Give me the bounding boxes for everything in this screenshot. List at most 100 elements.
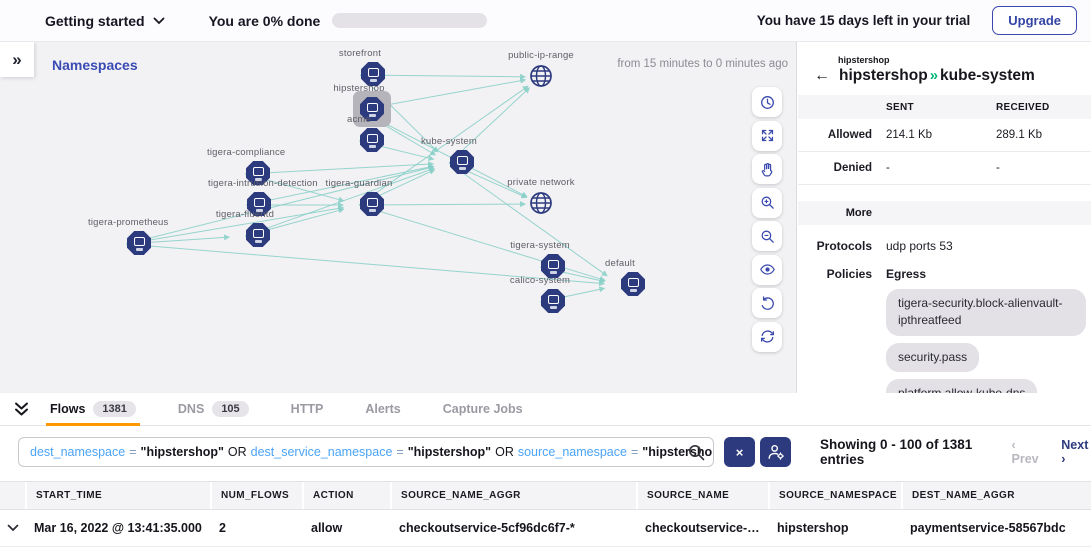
chevron-down-icon — [153, 17, 165, 25]
namespace-icon — [246, 223, 270, 247]
expand-button[interactable] — [752, 121, 782, 151]
node-label: tigera-intrusion-detection — [208, 178, 284, 189]
cell-start_time: Mar 16, 2022 @ 13:41:35.000 — [25, 510, 210, 546]
collapse-tables-button[interactable] — [13, 402, 30, 417]
history-button[interactable] — [752, 87, 782, 117]
protocols-row: Protocols udp ports 53 — [798, 239, 1091, 253]
column-header-source_name[interactable]: SOURCE_NAME — [636, 482, 768, 509]
close-icon: × — [736, 445, 744, 460]
policy-pill[interactable]: platform.allow-kube-dns — [886, 379, 1037, 393]
policies-label: Policies — [798, 267, 886, 393]
upgrade-button[interactable]: Upgrade — [992, 6, 1077, 35]
expand-icon — [759, 127, 776, 144]
row-expander[interactable] — [0, 510, 25, 546]
tab-label: HTTP — [291, 402, 324, 416]
zoom-out-button[interactable] — [752, 221, 782, 251]
tab-flows[interactable]: Flows1381 — [46, 393, 140, 426]
tab-dns[interactable]: DNS 105 — [174, 393, 253, 426]
namespace-icon — [127, 231, 151, 255]
node-label: private network — [503, 177, 579, 188]
filter-token-value: "hipstershop" — [408, 445, 491, 459]
egress-label: Egress — [886, 267, 926, 281]
details-eyebrow: hipstershop — [838, 55, 1075, 65]
more-section-header: More — [798, 201, 1091, 225]
double-chevron-right-icon: » — [12, 50, 21, 70]
graph-node-public-ip-range[interactable]: public-ip-range — [503, 50, 579, 89]
getting-started-menu[interactable]: Getting started — [45, 13, 165, 29]
graph-node-tigera-guardian[interactable]: tigera-guardian — [321, 178, 397, 191]
column-header-action[interactable]: ACTION — [302, 482, 390, 509]
filter-query-input[interactable]: dest_namespace="hipstershop"ORdest_servi… — [18, 437, 714, 467]
back-button[interactable]: ← — [814, 68, 830, 84]
node-label: public-ip-range — [503, 50, 579, 61]
sent-column-header: SENT — [886, 102, 996, 113]
graph-node-tigera-fluentd[interactable]: tigera-fluentd — [207, 209, 283, 222]
trial-countdown-text: You have 15 days left in your trial — [757, 13, 971, 28]
node-label: tigera-system — [502, 240, 578, 251]
column-header-dest_name_aggr[interactable]: DEST_NAME_AGGR — [901, 482, 1091, 509]
flows-filter-bar: dest_namespace="hipstershop"ORdest_servi… — [0, 426, 1091, 478]
globe-icon — [528, 63, 554, 89]
zoom-in-button[interactable] — [752, 188, 782, 218]
flows-table: START_TIMENUM_FLOWSACTIONSOURCE_NAME_AGG… — [0, 481, 1091, 547]
graph-node-acme[interactable]: acme — [321, 114, 397, 127]
node-label: tigera-guardian — [321, 178, 397, 189]
dest-namespace-label: kube-system — [940, 67, 1035, 84]
tab-alerts[interactable]: Alerts — [361, 393, 404, 426]
tab-label: DNS — [178, 402, 204, 416]
pagination-next-button[interactable]: Next › — [1061, 438, 1091, 466]
node-label: storefront — [322, 48, 398, 59]
tab-label: Flows — [50, 402, 85, 416]
namespace-icon — [360, 128, 384, 152]
cell-source_name: checkoutservice-… — [636, 510, 768, 546]
graph-node-storefront[interactable]: storefront — [322, 48, 398, 61]
source-namespace-label: hipstershop — [839, 67, 928, 84]
undo-button[interactable] — [752, 288, 782, 318]
filter-token-op: = — [631, 445, 638, 459]
user-gear-icon — [767, 443, 785, 461]
refresh-button[interactable] — [752, 322, 782, 352]
tab-http[interactable]: HTTP — [287, 393, 328, 426]
getting-started-label: Getting started — [45, 13, 145, 29]
history-icon — [759, 94, 776, 111]
policy-pill[interactable]: security.pass — [886, 343, 979, 372]
results-count: Showing 0 - 100 of 1381 entries — [820, 437, 992, 467]
filter-token-keyword: OR — [495, 445, 514, 459]
service-graph-panel: » Namespaces from 15 minutes to 0 minute… — [0, 42, 797, 393]
visibility-icon — [759, 261, 776, 278]
graph-node-kube-system[interactable]: kube-system — [411, 136, 487, 149]
pan-icon — [759, 161, 776, 178]
graph-node-calico-system[interactable]: calico-system — [502, 275, 578, 288]
graph-node-tigera-compliance[interactable]: tigera-compliance — [207, 147, 283, 160]
graph-node-private-network[interactable]: private network — [503, 177, 579, 216]
graph-node-tigera-intrusion-detection[interactable]: tigera-intrusion-detection — [208, 178, 284, 191]
tab-count-badge: 105 — [212, 401, 248, 417]
user-settings-button[interactable] — [760, 437, 791, 467]
flow-row: Mar 16, 2022 @ 13:41:35.0002allowcheckou… — [0, 510, 1091, 547]
protocols-label: Protocols — [798, 239, 886, 253]
graph-node-tigera-system[interactable]: tigera-system — [502, 240, 578, 253]
visibility-button[interactable] — [752, 255, 782, 285]
graph-node-hipstershop[interactable]: hipstershop — [321, 83, 397, 96]
filter-token-op: = — [129, 445, 136, 459]
column-header-start_time[interactable]: START_TIME — [25, 482, 210, 509]
sidebar-expand-button[interactable]: » — [0, 42, 34, 77]
node-label: tigera-prometheus — [88, 217, 164, 228]
graph-node-tigera-prometheus[interactable]: tigera-prometheus — [88, 217, 164, 230]
stats-row-denied: Denied-- — [798, 152, 1091, 185]
column-header-num_flows[interactable]: NUM_FLOWS — [210, 482, 302, 509]
column-header-source_namespace[interactable]: SOURCE_NAMESPACE — [768, 482, 901, 509]
graph-node-default[interactable]: default — [582, 258, 658, 271]
pan-button[interactable] — [752, 154, 782, 184]
tab-label: Alerts — [365, 402, 400, 416]
policy-pill[interactable]: tigera-security.block-alienvault-ipthrea… — [886, 289, 1086, 336]
column-header-source_name_aggr[interactable]: SOURCE_NAME_AGGR — [390, 482, 636, 509]
filter-token-field: source_namespace — [518, 445, 627, 459]
pagination-prev-button[interactable]: ‹ Prev — [1012, 438, 1042, 466]
clear-filter-button[interactable]: × — [724, 437, 755, 467]
chevron-down-icon — [7, 524, 19, 532]
node-label: tigera-fluentd — [207, 209, 283, 220]
table-header-row: START_TIMENUM_FLOWSACTIONSOURCE_NAME_AGG… — [0, 481, 1091, 510]
tab-capture-jobs[interactable]: Capture Jobs — [439, 393, 527, 426]
filter-token-field: dest_namespace — [30, 445, 125, 459]
